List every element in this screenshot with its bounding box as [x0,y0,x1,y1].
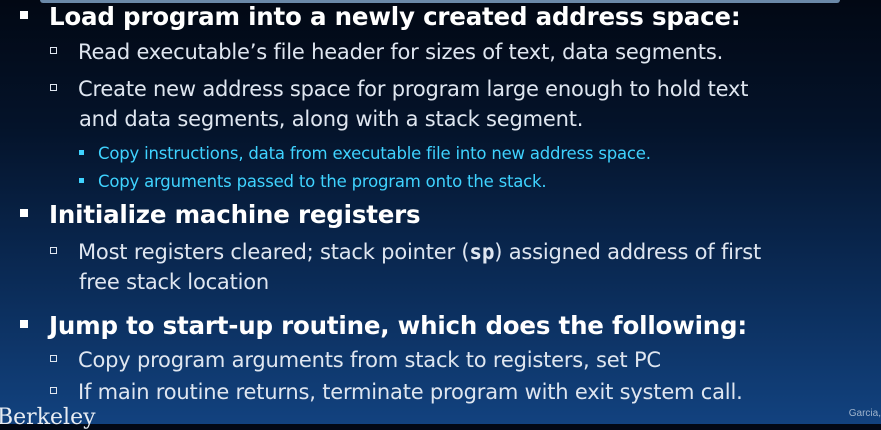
hollow-square-bullet-icon [50,386,57,394]
bullet-text: and data segments, along with a stack se… [79,107,584,131]
bullet-text: Copy instructions, data from executable … [98,144,651,163]
bullet-text-before: Most registers cleared; stack pointer ( [78,240,470,264]
sub-bullet-create-space-continued: and data segments, along with a stack se… [79,107,583,131]
square-bullet-icon [20,320,28,328]
bullet-text-after: ) assigned address of first [494,240,762,264]
bullet-text: Create new address space for program lar… [78,77,749,101]
bullet-load-program: Load program into a newly created addres… [20,2,741,31]
bullet-text: Read executable’s file header for sizes … [78,40,724,64]
bullet-text: Copy arguments passed to the program ont… [98,172,547,191]
bullet-text: Load program into a newly created addres… [49,2,741,31]
sub-bullet-registers-cleared: Most registers cleared; stack pointer (s… [50,240,761,264]
sub-bullet-main-returns: If main routine returns, terminate progr… [50,380,743,404]
bullet-text: If main routine returns, terminate progr… [78,380,743,404]
sub-sub-bullet-copy-arguments: Copy arguments passed to the program ont… [79,172,547,191]
bullet-text: Initialize machine registers [49,200,421,229]
footer-institution: Berkeley [0,405,96,430]
sub-bullet-create-space: Create new address space for program lar… [50,77,748,101]
hollow-square-bullet-icon [50,246,57,254]
hollow-square-bullet-icon [50,46,57,54]
sub-sub-bullet-copy-instructions: Copy instructions, data from executable … [79,144,651,163]
code-sp: sp [469,240,495,264]
hollow-square-bullet-icon [50,354,57,362]
bullet-text: free stack location [79,270,270,294]
square-bullet-icon [79,178,84,183]
bullet-jump-startup: Jump to start-up routine, which does the… [20,311,747,340]
square-bullet-icon [20,209,28,217]
sub-bullet-copy-program-arguments: Copy program arguments from stack to reg… [50,348,661,372]
bullet-text: Copy program arguments from stack to reg… [78,348,661,372]
hollow-square-bullet-icon [50,83,57,91]
footer-author: Garcia, [848,408,881,419]
bullet-text: Jump to start-up routine, which does the… [49,311,747,340]
sub-bullet-read-header: Read executable’s file header for sizes … [50,40,723,64]
square-bullet-icon [79,150,84,155]
sub-bullet-registers-cleared-continued: free stack location [79,270,269,294]
bullet-initialize-registers: Initialize machine registers [20,200,421,229]
square-bullet-icon [20,11,28,19]
